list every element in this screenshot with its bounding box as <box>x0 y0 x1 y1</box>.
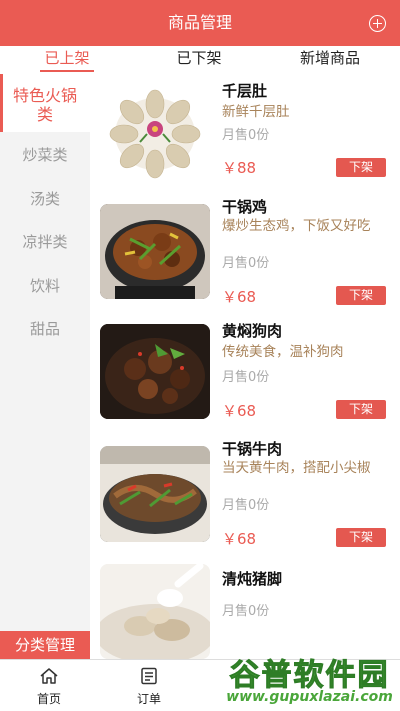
product-price: ￥68 <box>222 402 257 420</box>
product-desc: 传统美食，温补狗肉 <box>222 344 344 360</box>
nav-home-label: 首页 <box>36 692 61 706</box>
sidebar-item-soup[interactable]: 汤类 <box>0 188 90 209</box>
product-desc: 爆炒生态鸡，下饭又好吃 <box>222 218 371 234</box>
product-name: 干锅牛肉 <box>222 440 283 458</box>
watermark-text: 谷普软件园 <box>229 658 390 694</box>
sidebar-item-drinks[interactable]: 饮料 <box>0 275 90 296</box>
product-image <box>100 564 210 659</box>
product-list: 千层肚 新鲜千层肚 月售0份 ￥88 下架 干锅鸡 爆炒生态鸡，下饭又好吃 月售… <box>90 74 400 659</box>
product-item[interactable]: 黄焖狗肉 传统美食，温补狗肉 月售0份 ￥68 下架 <box>90 314 400 432</box>
take-off-shelf-button[interactable]: 下架 <box>336 400 386 419</box>
category-manage-button[interactable]: 分类管理 <box>0 631 90 659</box>
take-off-shelf-button[interactable]: 下架 <box>336 528 386 547</box>
product-desc: 当天黄牛肉，搭配小尖椒 <box>222 460 371 476</box>
plus-circle-icon[interactable] <box>369 15 386 32</box>
product-name: 干锅鸡 <box>222 198 268 216</box>
take-off-shelf-button[interactable]: 下架 <box>336 286 386 305</box>
product-sales: 月售0份 <box>222 370 270 385</box>
sidebar-item-stir-fry[interactable]: 炒菜类 <box>0 144 90 165</box>
product-image <box>100 446 210 542</box>
product-item[interactable]: 干锅鸡 爆炒生态鸡，下饭又好吃 月售0份 ￥68 下架 <box>90 194 400 312</box>
product-image <box>100 84 210 179</box>
tab-on-shelf[interactable]: 已上架 <box>40 46 94 74</box>
category-sidebar: 特色火锅类 炒菜类 汤类 凉拌类 饮料 甜品 <box>0 74 90 659</box>
product-item[interactable]: 清炖猪脚 月售0份 <box>90 558 400 659</box>
sidebar-item-hotpot[interactable]: 特色火锅类 <box>0 74 90 132</box>
product-sales: 月售0份 <box>222 498 270 513</box>
product-item[interactable]: 千层肚 新鲜千层肚 月售0份 ￥88 下架 <box>90 74 400 189</box>
order-icon <box>141 667 157 685</box>
product-price: ￥68 <box>222 288 257 306</box>
sidebar-item-dessert[interactable]: 甜品 <box>0 318 90 339</box>
product-name: 千层肚 <box>222 82 268 100</box>
product-image <box>100 324 210 419</box>
product-image <box>100 204 210 299</box>
watermark-url: www.gupuxlazai.com <box>226 689 393 705</box>
product-sales: 月售0份 <box>222 604 270 619</box>
tab-off-shelf[interactable]: 已下架 <box>172 46 226 74</box>
nav-orders[interactable]: 订单 <box>119 666 179 707</box>
sidebar-item-cold-dish[interactable]: 凉拌类 <box>0 231 90 252</box>
top-bar: 商品管理 <box>0 0 400 46</box>
product-sales: 月售0份 <box>222 128 270 143</box>
sidebar-item-label: 特色火锅类 <box>12 86 77 124</box>
status-tabs: 已上架 已下架 新增商品 <box>0 46 400 74</box>
product-sales: 月售0份 <box>222 256 270 271</box>
product-name: 黄焖狗肉 <box>222 322 283 340</box>
nav-home[interactable]: 首页 <box>19 666 79 707</box>
product-desc: 新鲜千层肚 <box>222 104 290 120</box>
nav-orders-label: 订单 <box>136 692 161 706</box>
take-off-shelf-button[interactable]: 下架 <box>336 158 386 177</box>
product-item[interactable]: 干锅牛肉 当天黄牛肉，搭配小尖椒 月售0份 ￥68 下架 <box>90 434 400 556</box>
product-price: ￥68 <box>222 530 257 548</box>
home-icon <box>40 668 58 684</box>
product-price: ￥88 <box>222 159 257 177</box>
site-watermark: 谷普软件园 www.gupuxlazai.com <box>219 648 400 711</box>
page-title: 商品管理 <box>167 13 232 32</box>
tab-add-product[interactable]: 新增商品 <box>294 46 366 74</box>
product-name: 清炖猪脚 <box>222 570 283 588</box>
